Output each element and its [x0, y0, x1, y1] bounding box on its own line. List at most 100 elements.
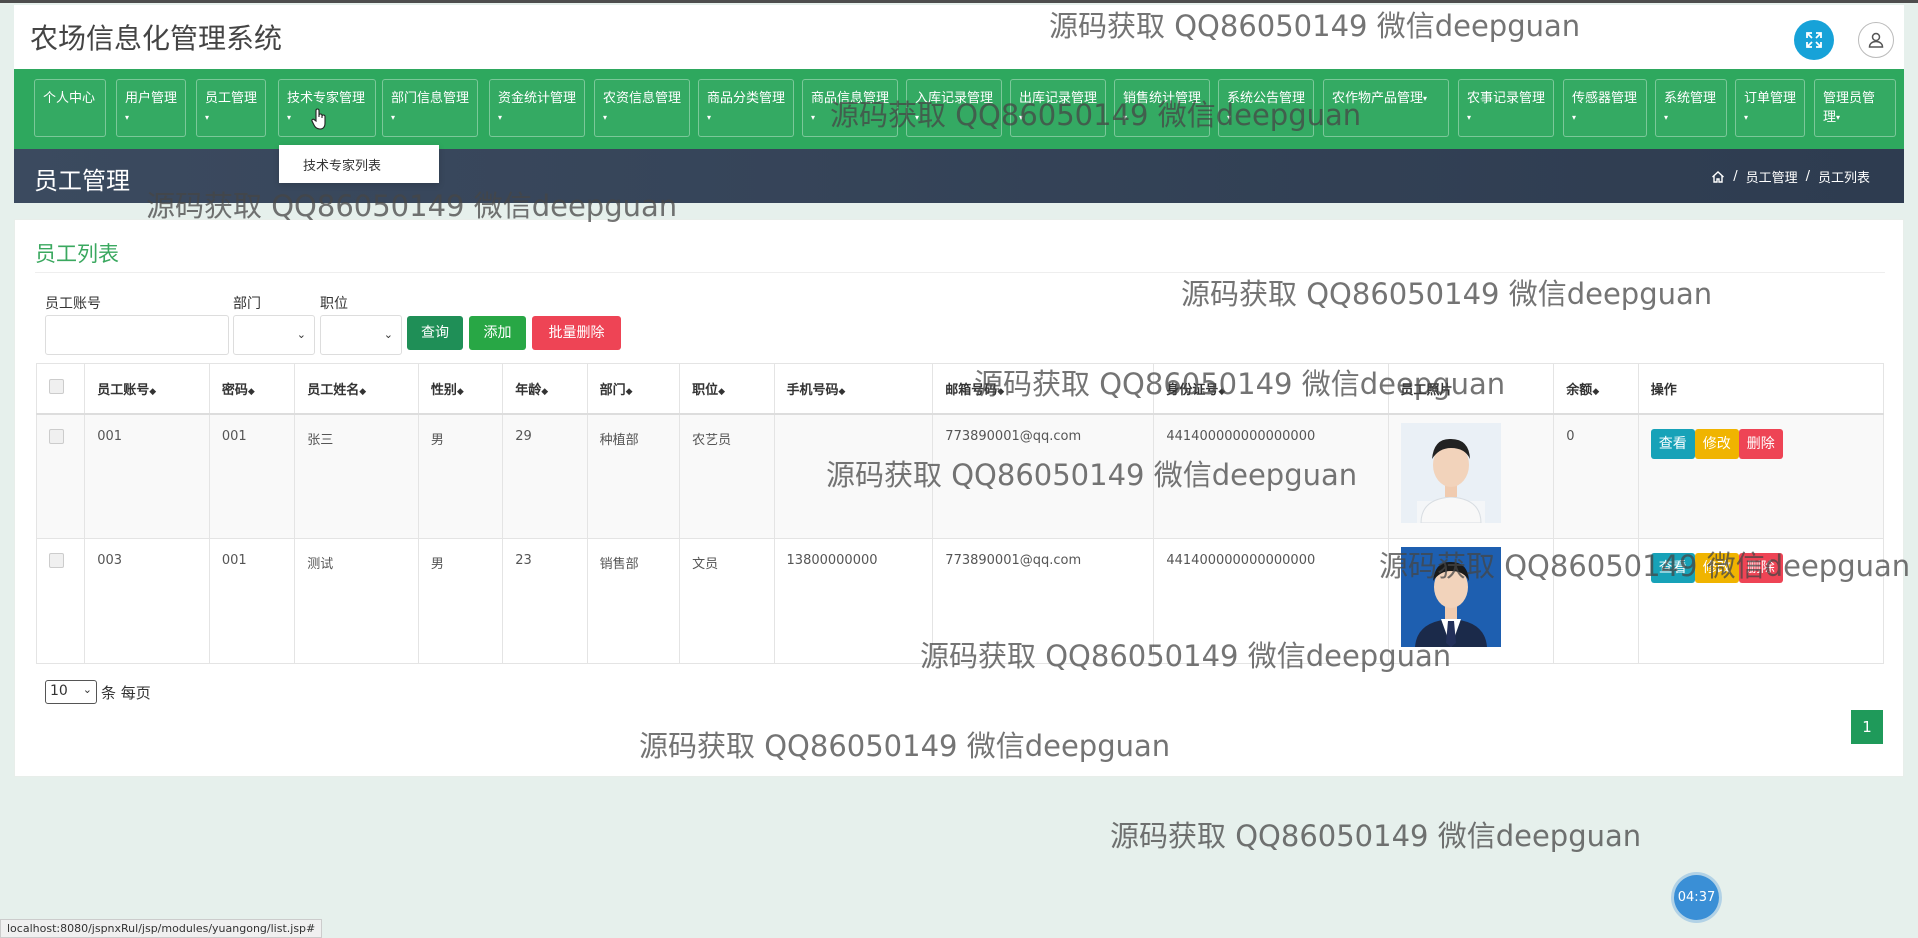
nav-label: 个人中心 [43, 91, 96, 106]
nav-item-admins[interactable]: 管理员管理▾ [1814, 79, 1896, 137]
sort-icon: ◆ [541, 386, 549, 397]
breadcrumb-separator: / [1733, 169, 1738, 184]
nav-item-departments[interactable]: 部门信息管理 ▾ [382, 79, 478, 137]
watermark-text: 源码获取 QQ86050149 微信deepguan [974, 367, 1506, 401]
cell-account: 001 [84, 413, 210, 539]
nav-item-agri-supplies[interactable]: 农资信息管理 ▾ [594, 79, 690, 137]
user-menu-button[interactable] [1858, 22, 1894, 58]
watermark-text: 源码获取 QQ86050149 微信deepguan [920, 639, 1452, 673]
nav-label: 资金统计管理 [498, 91, 577, 106]
dept-filter-select[interactable]: ⌄ [233, 315, 315, 355]
nav-label: 订单管理 [1744, 91, 1797, 106]
caret-down-icon: ▾ [811, 113, 816, 122]
cell-account: 003 [84, 538, 210, 664]
column-header-age[interactable]: 年龄◆ [502, 363, 588, 415]
sort-icon: ◆ [625, 386, 633, 397]
row-checkbox[interactable] [49, 553, 64, 568]
position-filter-select[interactable]: ⌄ [320, 315, 402, 355]
cell-age: 29 [502, 413, 588, 539]
column-header-account[interactable]: 员工账号◆ [84, 363, 210, 415]
watermark-text: 源码获取 QQ86050149 微信deepguan [1181, 277, 1713, 311]
delete-button[interactable]: 删除 [1738, 428, 1783, 459]
breadcrumb-separator: / [1805, 169, 1810, 184]
sort-icon: ◆ [247, 386, 255, 397]
breadcrumb: / 员工管理 / 员工列表 [1711, 167, 1870, 186]
mouse-pointer-icon [311, 108, 326, 130]
cell-name: 测试 [294, 538, 419, 664]
query-button[interactable]: 查询 [407, 316, 463, 350]
column-header-actions: 操作 [1637, 363, 1885, 415]
nav-label: 部门信息管理 [391, 91, 470, 106]
column-header-balance[interactable]: 余额◆ [1553, 363, 1639, 415]
employee-table: 员工账号◆ 密码◆ 员工姓名◆ 性别◆ 年龄◆ 部门◆ 职位◆ 手机号码◆ 邮箱… [35, 363, 1885, 664]
expand-icon [1806, 32, 1822, 48]
column-header-phone[interactable]: 手机号码◆ [773, 363, 934, 415]
batch-delete-button[interactable]: 批量删除 [532, 316, 621, 350]
cell-photo [1387, 413, 1555, 539]
cell-position: 文员 [679, 538, 775, 664]
nav-item-orders[interactable]: 订单管理 ▾ [1735, 79, 1805, 137]
sort-icon: ◆ [456, 386, 464, 397]
cell-dept: 种植部 [586, 413, 681, 539]
timer-badge[interactable]: 04:37 [1674, 875, 1719, 920]
watermark-text: 源码获取 QQ86050149 微信deepguan [1379, 549, 1911, 583]
edit-button[interactable]: 修改 [1694, 428, 1739, 459]
nav-item-users[interactable]: 用户管理 ▾ [116, 79, 186, 137]
caret-down-icon: ▾ [1836, 113, 1841, 122]
nav-item-sensors[interactable]: 传感器管理 ▾ [1563, 79, 1647, 137]
nav-label: 商品分类管理 [707, 91, 786, 106]
fullscreen-button[interactable] [1794, 20, 1834, 60]
caret-down-icon: ▾ [1572, 113, 1577, 122]
view-button[interactable]: 查看 [1650, 428, 1695, 459]
table-header-row: 员工账号◆ 密码◆ 员工姓名◆ 性别◆ 年龄◆ 部门◆ 职位◆ 手机号码◆ 邮箱… [35, 363, 1885, 415]
watermark-text: 源码获取 QQ86050149 微信deepguan [146, 189, 678, 223]
account-filter-input[interactable] [45, 315, 229, 355]
column-header-gender[interactable]: 性别◆ [417, 363, 504, 415]
caret-down-icon: ▾ [1664, 113, 1669, 122]
dropdown-item-tech-expert-list[interactable]: 技术专家列表 [303, 159, 381, 174]
row-select-cell [35, 413, 86, 539]
account-filter-label: 员工账号 [45, 296, 101, 312]
caret-down-icon: ▾ [1467, 113, 1472, 122]
sort-icon: ◆ [718, 386, 726, 397]
column-header-password[interactable]: 密码◆ [208, 363, 296, 415]
cell-dept: 销售部 [586, 538, 681, 664]
nav-item-system[interactable]: 系统管理 ▾ [1655, 79, 1727, 137]
nav-item-farm-records[interactable]: 农事记录管理 ▾ [1458, 79, 1554, 137]
cell-name: 张三 [294, 413, 419, 539]
nav-item-employees[interactable]: 员工管理 ▾ [196, 79, 266, 137]
watermark-text: 源码获取 QQ86050149 微信deepguan [639, 729, 1171, 763]
watermark-text: 源码获取 QQ86050149 微信deepguan [830, 98, 1362, 132]
column-header-name[interactable]: 员工姓名◆ [294, 363, 419, 415]
per-page-label: 条 每页 [101, 683, 151, 702]
column-header-position[interactable]: 职位◆ [679, 363, 775, 415]
watermark-text: 源码获取 QQ86050149 微信deepguan [826, 458, 1358, 492]
add-button[interactable]: 添加 [469, 316, 526, 350]
pagination-page-1[interactable]: 1 [1851, 710, 1883, 744]
cell-actions: 查看 修改 删除 [1637, 413, 1885, 539]
nav-item-funds[interactable]: 资金统计管理 ▾ [489, 79, 585, 137]
nav-item-product-categories[interactable]: 商品分类管理 ▾ [698, 79, 794, 137]
column-header-dept[interactable]: 部门◆ [586, 363, 681, 415]
employee-photo[interactable] [1400, 422, 1501, 523]
nav-label: 用户管理 [125, 91, 178, 106]
sort-icon: ◆ [149, 386, 157, 397]
cell-gender: 男 [417, 413, 504, 539]
watermark-text: 源码获取 QQ86050149 微信deepguan [1049, 9, 1581, 43]
window-top-edge [0, 0, 1918, 3]
cell-age: 23 [502, 538, 588, 664]
cell-phone: 13800000000 [773, 538, 934, 664]
select-all-checkbox[interactable] [49, 378, 64, 394]
breadcrumb-employee-management[interactable]: 员工管理 [1746, 167, 1798, 186]
sort-icon: ◆ [359, 386, 367, 397]
home-icon[interactable] [1711, 170, 1725, 184]
row-checkbox[interactable] [49, 428, 64, 444]
nav-item-personal-center[interactable]: 个人中心 [34, 79, 106, 137]
nav-label: 农资信息管理 [603, 91, 682, 106]
app-header: 农场信息化管理系统 [14, 5, 1904, 69]
dept-filter-label: 部门 [233, 296, 261, 312]
caret-down-icon: ▾ [391, 113, 396, 122]
caret-down-icon: ▾ [707, 113, 712, 122]
cell-position: 农艺员 [679, 413, 775, 539]
page-size-select[interactable]: 10 ⌄ [45, 680, 97, 704]
